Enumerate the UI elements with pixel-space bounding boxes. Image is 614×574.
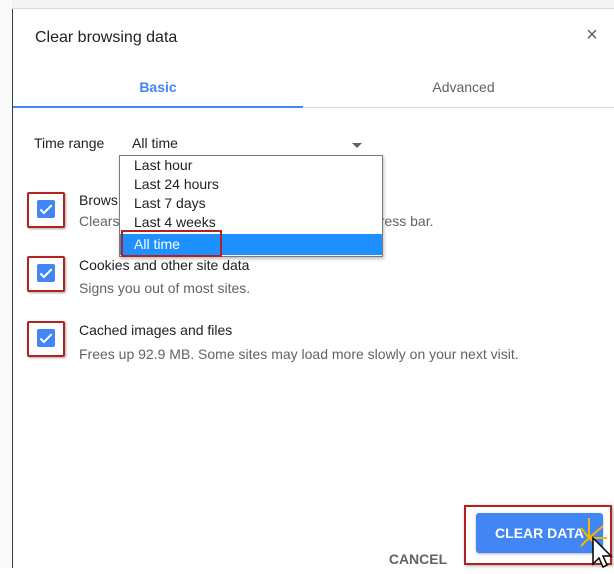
dropdown-option-last-4-weeks[interactable]: Last 4 weeks: [120, 213, 382, 232]
dropdown-option-all-time[interactable]: All time: [120, 234, 382, 255]
highlight-box: [27, 192, 65, 228]
browsing-history-checkbox[interactable]: [37, 200, 55, 218]
time-range-dropdown: Last hour Last 24 hours Last 7 days Last…: [119, 155, 383, 257]
option-description: Clears: [79, 213, 120, 229]
clear-data-button[interactable]: CLEAR DATA: [476, 513, 603, 553]
tab-bar: Basic Advanced: [13, 67, 614, 108]
option-title: Cached images and files: [79, 322, 233, 338]
dialog-title: Clear browsing data: [35, 29, 178, 46]
cancel-button[interactable]: CANCEL: [373, 544, 463, 574]
dropdown-option-last-24-hours[interactable]: Last 24 hours: [120, 175, 382, 194]
highlight-box: [27, 256, 65, 292]
tab-advanced[interactable]: Advanced: [313, 67, 614, 107]
tab-basic[interactable]: Basic: [13, 67, 303, 108]
time-range-select[interactable]: All time: [120, 127, 368, 158]
time-range-value: All time: [132, 135, 178, 151]
option-title: Brows: [79, 192, 118, 208]
dropdown-option-last-7-days[interactable]: Last 7 days: [120, 194, 382, 213]
dropdown-option-last-hour[interactable]: Last hour: [120, 156, 382, 175]
option-description: Signs you out of most sites.: [79, 280, 251, 296]
background-window-top: [12, 0, 614, 9]
highlight-box: [27, 321, 65, 357]
option-title: Cookies and other site data: [79, 257, 250, 273]
cookies-checkbox[interactable]: [37, 264, 55, 282]
close-icon[interactable]: ×: [580, 23, 604, 47]
background-window-edge: [0, 0, 13, 568]
clear-browsing-data-dialog: Clear browsing data × Basic Advanced Tim…: [13, 9, 614, 568]
time-range-label: Time range: [34, 135, 105, 151]
chevron-down-icon: [352, 143, 362, 148]
cached-images-checkbox[interactable]: [37, 329, 55, 347]
option-description: Frees up 92.9 MB. Some sites may load mo…: [79, 346, 519, 362]
